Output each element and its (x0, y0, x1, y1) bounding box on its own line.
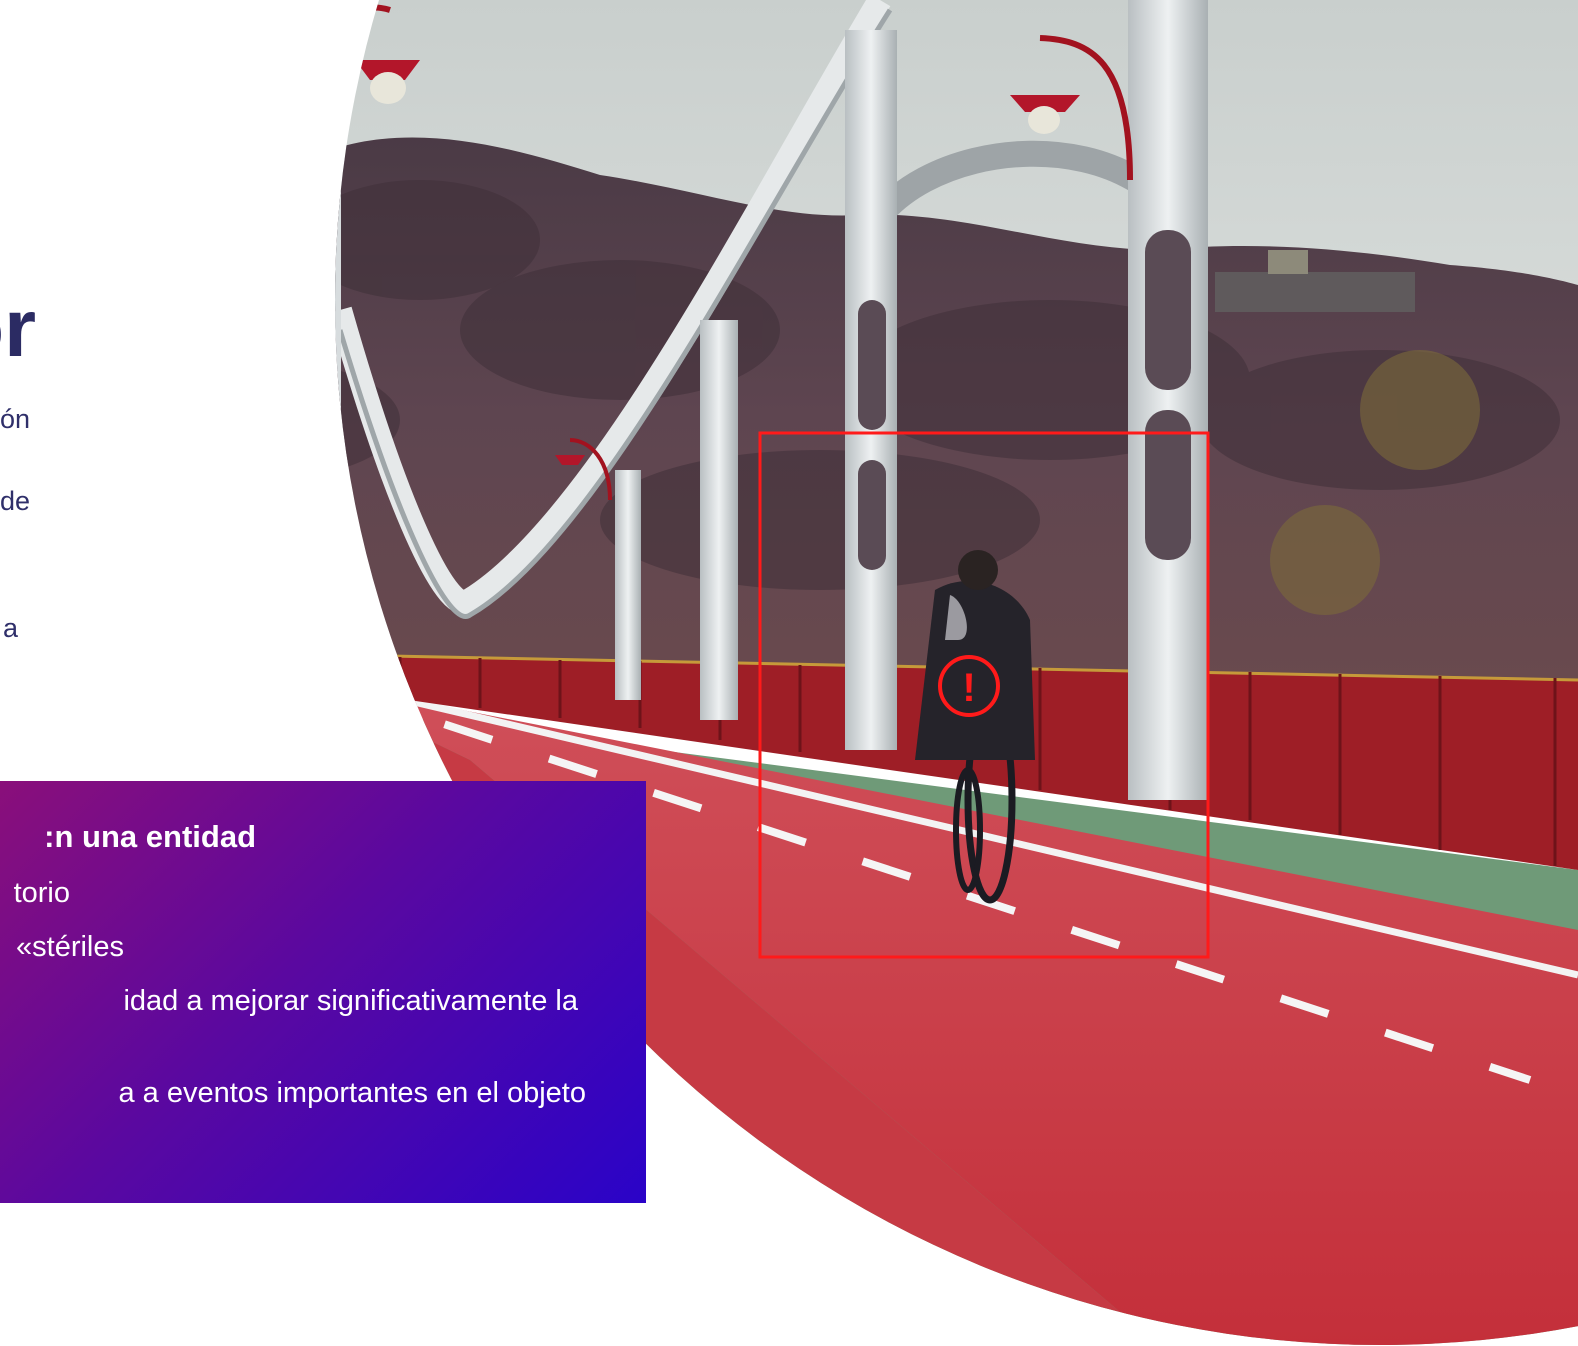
feature-item-4: a a eventos importantes en el objeto (118, 1077, 586, 1109)
left-pylon (335, 0, 341, 770)
feature-item-2: stériles» (16, 931, 124, 963)
text-fragment-3: a (2, 613, 18, 643)
feature-box-title: n una entidad: (44, 819, 256, 854)
center-pylon (845, 30, 897, 750)
right-pylon (1128, 0, 1208, 800)
text-fragment-1: ón (0, 404, 30, 434)
slide: ! or ón de a n una entidad: torio stéril… (0, 0, 1578, 1346)
slide-heading: or (0, 283, 36, 374)
feature-item-3: idad a mejorar significativamente la (123, 985, 578, 1017)
alert-icon: ! (962, 666, 975, 710)
hill-building (1215, 272, 1415, 312)
text-fragment-2: de (0, 486, 30, 516)
feature-box: n una entidad: torio stériles» idad a me… (0, 781, 646, 1203)
feature-item-1: torio (13, 877, 70, 909)
